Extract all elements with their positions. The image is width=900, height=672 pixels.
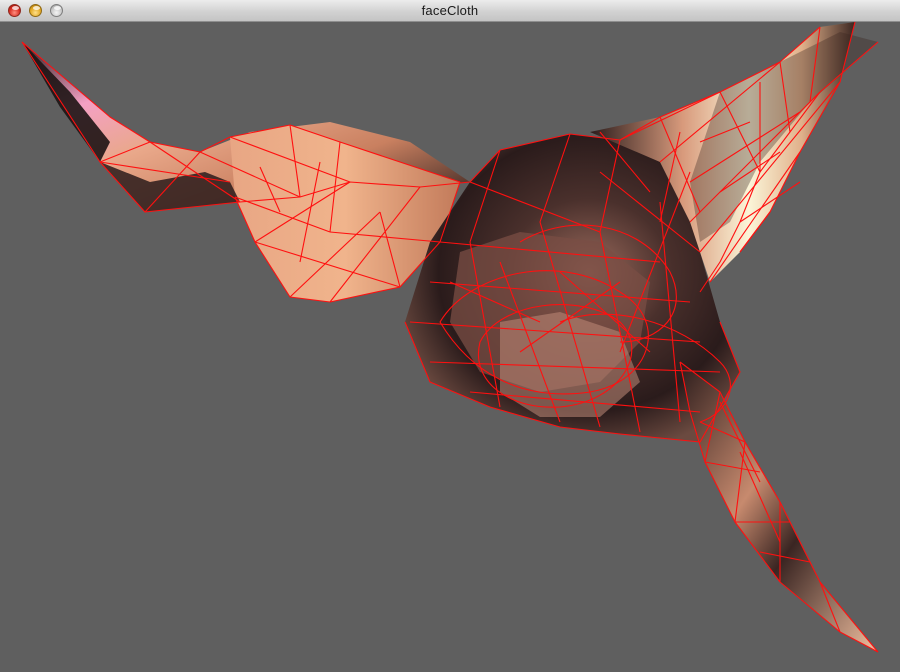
render-viewport[interactable] xyxy=(0,22,900,672)
window-title: faceCloth xyxy=(421,3,479,18)
app-window: faceCloth xyxy=(0,0,900,672)
title-bar[interactable]: faceCloth xyxy=(0,0,900,22)
cloth-render[interactable] xyxy=(0,22,900,672)
